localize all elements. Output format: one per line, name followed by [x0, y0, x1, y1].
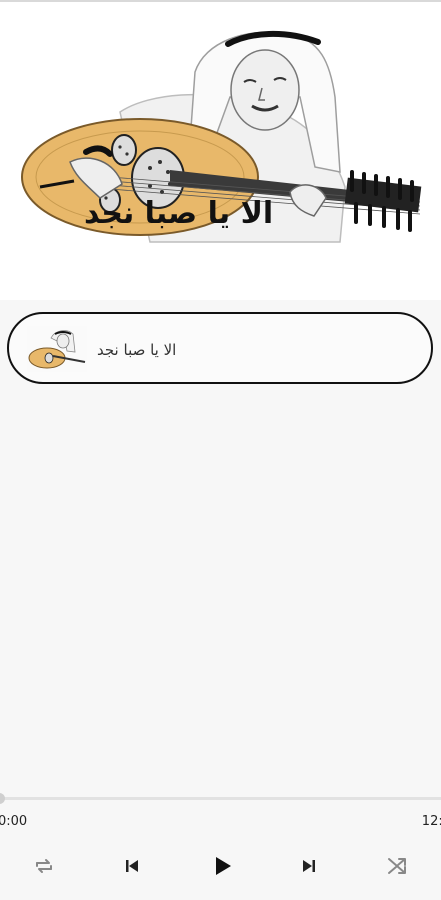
playlist-item-title: الا يا صبا نجد [97, 341, 177, 359]
total-time: 12:2 [421, 814, 441, 829]
repeat-icon [36, 859, 52, 873]
playlist-item[interactable]: الا يا صبا نجد [7, 312, 433, 384]
elapsed-time: 0:00 [0, 814, 28, 829]
seek-bar-handle[interactable] [0, 793, 5, 804]
album-art-banner: الا يا صبا نجد [0, 2, 441, 300]
play-icon [216, 857, 231, 875]
oud-player-thumbnail-icon [27, 326, 87, 372]
playback-controls [0, 848, 441, 884]
shuffle-icon [388, 858, 406, 874]
play-button[interactable] [204, 848, 240, 884]
repeat-button[interactable] [26, 848, 62, 884]
oud-player-illustration [21, 31, 422, 243]
previous-button[interactable] [114, 848, 150, 884]
seek-bar[interactable] [0, 797, 441, 800]
hero-song-title: الا يا صبا نجد [84, 196, 274, 231]
next-icon [303, 860, 315, 872]
next-button[interactable] [291, 848, 327, 884]
shuffle-button[interactable] [379, 848, 415, 884]
previous-icon [126, 860, 138, 872]
